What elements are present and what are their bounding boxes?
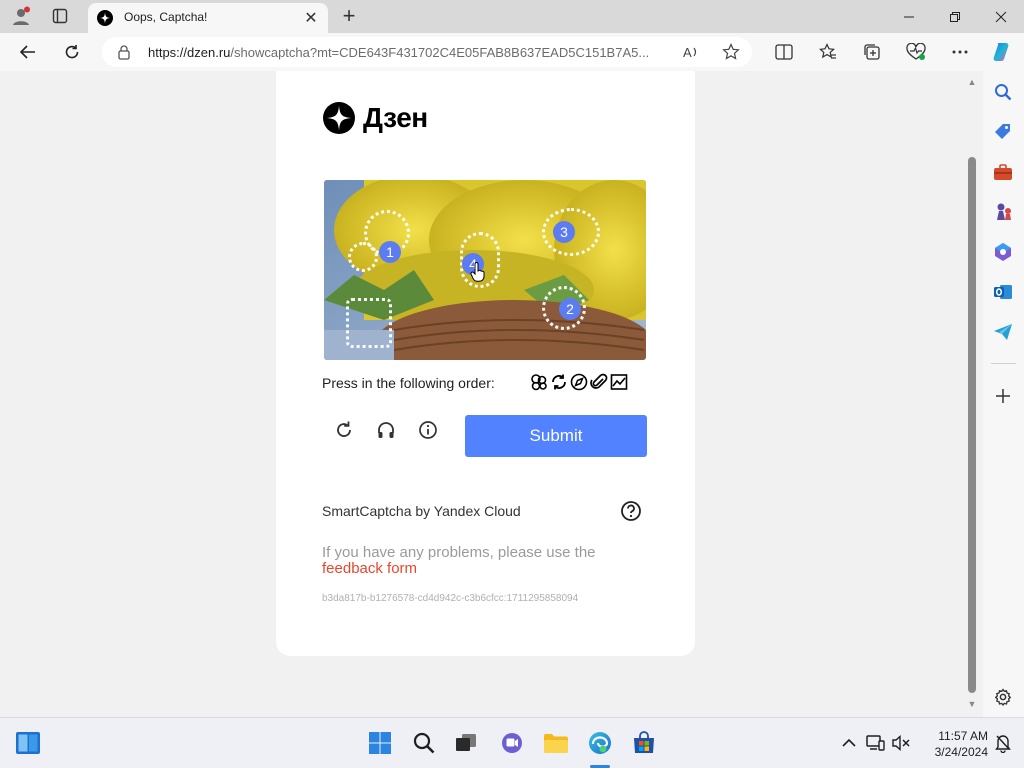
start-windows-icon[interactable]	[367, 730, 393, 756]
web-viewport: Дзен 1 2 3 4 Press in the following orde…	[0, 71, 983, 717]
captcha-marker-2[interactable]: 2	[559, 298, 581, 320]
dzen-logo-icon	[323, 102, 355, 134]
notifications-icon[interactable]	[990, 730, 1016, 756]
tab-actions-icon[interactable]	[47, 4, 73, 28]
address-bar-row: https://dzen.ru/showcaptcha?mt=CDE643F43…	[0, 33, 1024, 71]
new-tab-button[interactable]: +	[338, 5, 360, 27]
sidebar-tools-icon[interactable]	[992, 161, 1014, 183]
tab-title: Oops, Captcha!	[124, 10, 208, 24]
taskbar: 11:57 AM 3/24/2024	[0, 717, 1024, 768]
url-path: /showcaptcha?mt=CDE643F431702C4E05FAB8B6…	[230, 45, 650, 60]
split-screen-icon[interactable]	[772, 41, 796, 63]
active-tab[interactable]: Oops, Captcha! ✕	[88, 3, 328, 33]
sidebar-separator	[991, 363, 1016, 364]
order-icon-2	[550, 373, 568, 391]
show-hidden-icons-chevron-icon[interactable]	[836, 730, 862, 756]
clock-time: 11:57 AM	[938, 729, 988, 743]
sidebar-search-icon[interactable]	[992, 81, 1014, 103]
info-icon[interactable]	[413, 415, 443, 445]
read-aloud-icon[interactable]: A	[680, 42, 702, 62]
order-icon-1	[530, 373, 548, 391]
help-question-icon[interactable]	[620, 500, 642, 522]
logo-text: Дзен	[363, 102, 428, 133]
page-scrollbar[interactable]: ▲ ▼	[963, 71, 983, 717]
captcha-outline-5	[346, 298, 392, 348]
taskbar-search-icon[interactable]	[411, 730, 437, 756]
captcha-token: b3da817b-b1276578-cd4d942c-c3b6cfcc:1711…	[322, 593, 579, 604]
favorites-icon[interactable]	[816, 41, 840, 63]
sidebar-games-icon[interactable]	[992, 201, 1014, 223]
volume-muted-icon[interactable]	[888, 730, 914, 756]
teams-chat-icon[interactable]	[499, 730, 525, 756]
order-icon-3	[570, 373, 588, 391]
edge-sidebar	[983, 71, 1024, 717]
scrollbar-thumb[interactable]	[968, 157, 976, 693]
order-icon-5	[610, 373, 628, 391]
audio-captcha-icon[interactable]	[371, 415, 401, 445]
microsoft-store-icon[interactable]	[631, 730, 657, 756]
url-field[interactable]: https://dzen.ru/showcaptcha?mt=CDE643F43…	[102, 37, 752, 67]
instruction-text: Press in the following order:	[322, 375, 495, 391]
dzen-favicon-icon	[97, 10, 113, 26]
refresh-icon[interactable]	[58, 39, 86, 65]
problems-message: If you have any problems, please use the	[322, 544, 596, 561]
captcha-image[interactable]: 1 2 3 4	[324, 180, 646, 360]
widgets-icon[interactable]	[15, 730, 41, 756]
file-explorer-icon[interactable]	[543, 730, 569, 756]
smartcaptcha-brand: SmartCaptcha by Yandex Cloud	[322, 503, 521, 519]
edge-browser-icon[interactable]	[587, 730, 613, 756]
sidebar-settings-gear-icon[interactable]	[992, 686, 1014, 708]
submit-button[interactable]: Submit	[465, 415, 647, 457]
order-icons	[530, 373, 628, 391]
network-display-icon[interactable]	[862, 730, 888, 756]
close-window-button[interactable]	[978, 0, 1024, 33]
reload-captcha-icon[interactable]	[329, 415, 359, 445]
captcha-card: Дзен 1 2 3 4 Press in the following orde…	[276, 71, 695, 656]
lock-icon[interactable]	[116, 44, 132, 60]
tab-close-icon[interactable]: ✕	[301, 8, 321, 28]
scroll-up-arrow-icon[interactable]: ▲	[966, 77, 978, 87]
favorite-star-icon[interactable]	[720, 42, 742, 62]
minimize-button[interactable]	[886, 0, 932, 33]
captcha-marker-3[interactable]: 3	[553, 221, 575, 243]
sidebar-outlook-icon[interactable]	[992, 281, 1014, 303]
clock-date: 3/24/2024	[934, 745, 988, 759]
order-icon-4	[590, 373, 608, 391]
system-clock[interactable]: 11:57 AM 3/24/2024	[918, 728, 988, 760]
sidebar-send-icon[interactable]	[992, 321, 1014, 343]
settings-more-icon[interactable]	[948, 41, 972, 63]
url-text[interactable]: https://dzen.ru/showcaptcha?mt=CDE643F43…	[148, 45, 673, 60]
sidebar-microsoft365-icon[interactable]	[992, 241, 1014, 263]
dzen-logo[interactable]: Дзен	[323, 102, 428, 134]
url-host: https://dzen.ru	[148, 45, 231, 60]
problems-text: If you have any problems, please use the…	[322, 545, 622, 577]
tab-strip: Oops, Captcha! ✕ +	[0, 0, 1024, 33]
scroll-down-arrow-icon[interactable]: ▼	[966, 699, 978, 709]
copilot-icon[interactable]	[990, 41, 1014, 63]
collections-icon[interactable]	[860, 41, 884, 63]
back-arrow-icon[interactable]	[14, 39, 42, 65]
feedback-form-link[interactable]: feedback form	[322, 560, 417, 577]
sidebar-shopping-icon[interactable]	[992, 121, 1014, 143]
browser-essentials-icon[interactable]	[904, 41, 928, 63]
captcha-marker-1[interactable]: 1	[379, 241, 401, 263]
profile-icon[interactable]	[8, 4, 34, 28]
restore-button[interactable]	[932, 0, 978, 33]
captcha-outline-1b	[348, 242, 378, 272]
sidebar-add-icon[interactable]	[992, 385, 1014, 407]
hand-cursor-icon	[470, 262, 486, 287]
task-view-icon[interactable]	[453, 730, 479, 756]
svg-text:A: A	[683, 45, 692, 60]
